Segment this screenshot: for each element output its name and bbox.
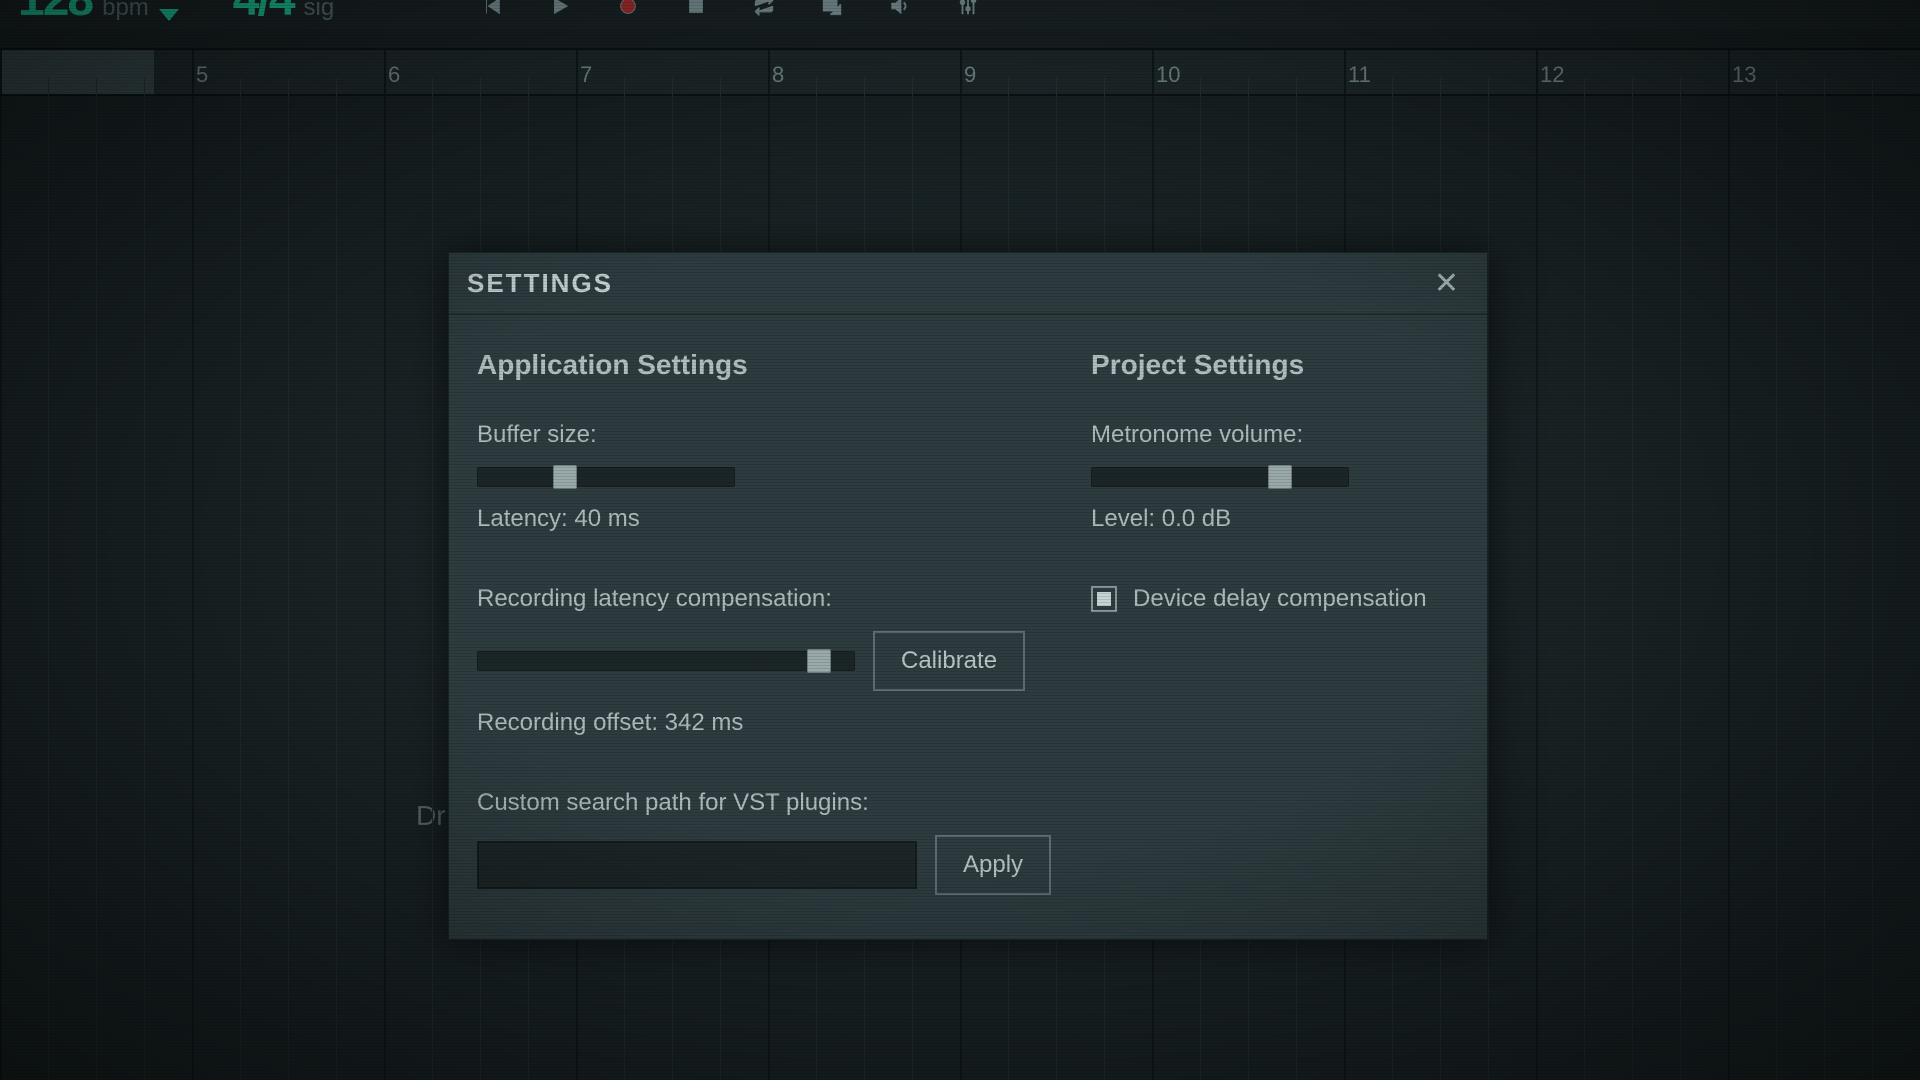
device-delay-comp-row[interactable]: Device delay compensation — [1091, 585, 1459, 613]
section-title-project: Project Settings — [1091, 349, 1459, 381]
slider-thumb[interactable] — [807, 649, 831, 673]
buffer-size-slider[interactable] — [477, 467, 735, 487]
vst-path-label: Custom search path for VST plugins: — [477, 789, 1051, 817]
mixer-icon[interactable] — [954, 0, 982, 20]
timesig-label: sig — [304, 0, 335, 22]
timesig-value: 4/4 — [233, 0, 294, 12]
buffer-size-label: Buffer size: — [477, 421, 1051, 449]
vst-path-group: Custom search path for VST plugins: Appl… — [477, 789, 1051, 895]
buffer-size-group: Buffer size: Latency: 40 ms — [477, 421, 1051, 533]
slider-thumb[interactable] — [553, 465, 577, 489]
application-settings-column: Application Settings Buffer size: Latenc… — [477, 349, 1051, 895]
metronome-slider[interactable] — [1091, 467, 1349, 487]
project-settings-column: Project Settings Metronome volume: Level… — [1091, 349, 1459, 895]
metronome-group: Metronome volume: Level: 0.0 dB — [1091, 421, 1459, 533]
skip-back-icon[interactable] — [478, 0, 506, 20]
dialog-header: SETTINGS ✕ — [449, 253, 1487, 315]
slider-thumb[interactable] — [1268, 465, 1292, 489]
bpm-control[interactable]: 128 bpm — [18, 0, 179, 34]
close-icon[interactable]: ✕ — [1424, 262, 1469, 305]
device-delay-comp-label: Device delay compensation — [1133, 585, 1427, 613]
rec-offset-readout: Recording offset: 342 ms — [477, 709, 1051, 737]
drop-hint-text: Dr — [416, 800, 446, 832]
vst-path-input[interactable] — [477, 841, 917, 889]
rec-comp-slider[interactable] — [477, 651, 855, 671]
transport-bar: 128 bpm 4/4 sig — [0, 0, 1920, 30]
metronome-label: Metronome volume: — [1091, 421, 1459, 449]
loop-icon[interactable] — [750, 0, 778, 20]
recording-compensation-group: Recording latency compensation: Calibrat… — [477, 585, 1051, 737]
apply-button[interactable]: Apply — [935, 835, 1051, 895]
timeline-ruler[interactable]: 567891011121314 — [0, 48, 1920, 96]
dialog-title: SETTINGS — [467, 268, 613, 299]
settings-dialog: SETTINGS ✕ Application Settings Buffer s… — [448, 252, 1488, 940]
metronome-level-readout: Level: 0.0 dB — [1091, 505, 1459, 533]
stop-icon[interactable] — [682, 0, 710, 20]
bpm-label: bpm — [102, 0, 149, 22]
bpm-value: 128 — [18, 0, 92, 12]
volume-icon[interactable] — [886, 0, 914, 20]
calibrate-button[interactable]: Calibrate — [873, 631, 1025, 691]
rec-comp-label: Recording latency compensation: — [477, 585, 1051, 613]
play-icon[interactable] — [546, 0, 574, 20]
timesig-control[interactable]: 4/4 sig — [233, 0, 334, 34]
latency-readout: Latency: 40 ms — [477, 505, 1051, 533]
chevron-down-icon[interactable] — [159, 9, 179, 21]
record-icon[interactable] — [614, 0, 642, 20]
device-delay-comp-checkbox[interactable] — [1091, 586, 1117, 612]
export-icon[interactable] — [818, 0, 846, 20]
section-title-app: Application Settings — [477, 349, 1051, 381]
